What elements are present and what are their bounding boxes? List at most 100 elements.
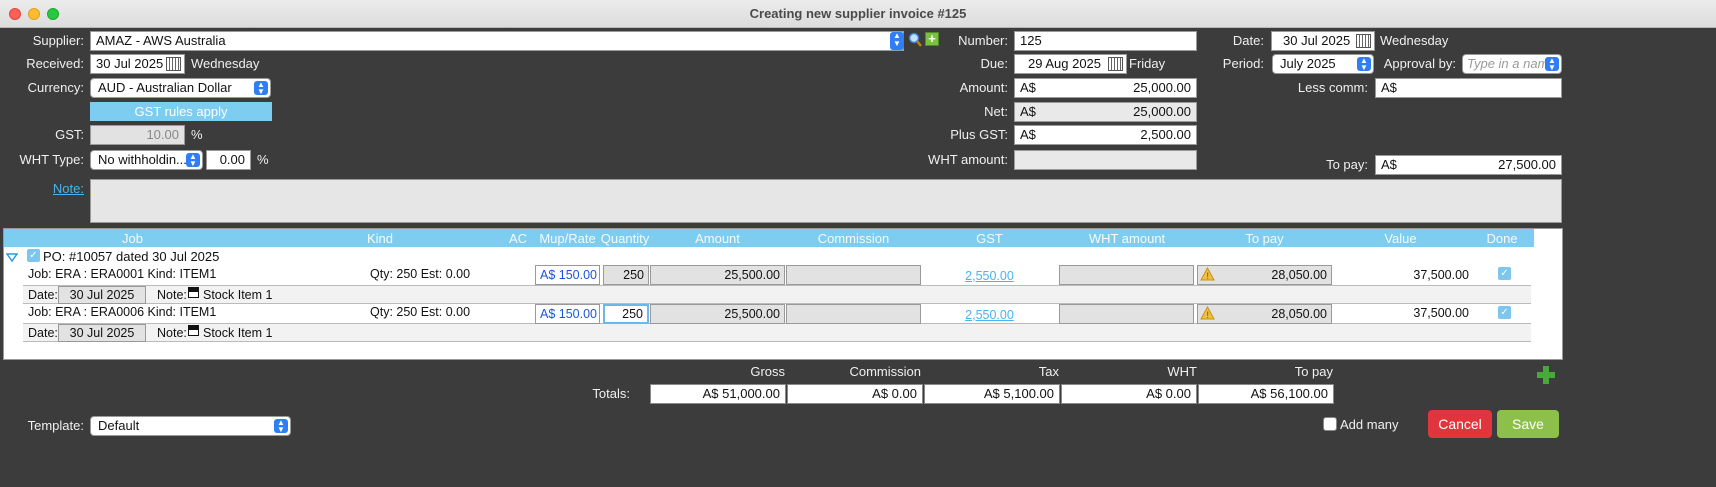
calendar-icon[interactable] bbox=[1356, 34, 1371, 48]
calendar-icon[interactable] bbox=[166, 57, 181, 71]
wht-type-value: No withholdin... bbox=[98, 152, 187, 167]
cancel-button[interactable]: Cancel bbox=[1428, 410, 1492, 438]
chevron-updown-icon: ▲ ▼ bbox=[274, 419, 288, 434]
date-weekday: Wednesday bbox=[1380, 33, 1449, 48]
total-to-pay: A$ 56,100.00 bbox=[1198, 384, 1334, 404]
row2-qty-est: Qty: 250 Est: 0.00 bbox=[370, 305, 471, 319]
col-to-pay[interactable]: To pay bbox=[1197, 231, 1332, 246]
totals-header-tax: Tax bbox=[1038, 364, 1059, 379]
row2-date[interactable]: 30 Jul 2025 bbox=[58, 324, 146, 342]
note-link[interactable]: Note: bbox=[0, 181, 84, 196]
col-wht-amount[interactable]: WHT amount bbox=[1058, 231, 1196, 246]
row1-amount[interactable]: 25,500.00 bbox=[650, 265, 785, 285]
row2-note-label: Note: bbox=[157, 326, 187, 340]
period-select[interactable]: July 2025 ▲ ▼ bbox=[1272, 54, 1374, 74]
row2-quantity-input[interactable]: 250 bbox=[603, 304, 649, 324]
col-mup-rate[interactable]: Mup/Rate bbox=[535, 231, 600, 246]
net-field: A$ 25,000.00 bbox=[1014, 102, 1197, 122]
add-many-label: Add many bbox=[1340, 417, 1399, 432]
warning-icon[interactable]: ! bbox=[1200, 305, 1215, 323]
expand-triangle-icon[interactable] bbox=[5, 250, 19, 265]
col-commission[interactable]: Commission bbox=[786, 231, 921, 246]
row1-wht[interactable] bbox=[1059, 265, 1194, 285]
wht-type-select[interactable]: No withholdin... ▲ ▼ bbox=[90, 150, 203, 170]
number-label: Number: bbox=[958, 33, 1008, 48]
template-select[interactable]: Default ▲ ▼ bbox=[90, 416, 291, 436]
currency-select[interactable]: AUD - Australian Dollar ▲ ▼ bbox=[90, 78, 271, 98]
col-ac[interactable]: AC bbox=[503, 231, 533, 246]
col-kind[interactable]: Kind bbox=[340, 231, 420, 246]
row1-commission[interactable] bbox=[786, 265, 921, 285]
less-comm-field[interactable]: A$ bbox=[1375, 78, 1562, 98]
gst-rules-button[interactable]: GST rules apply bbox=[90, 102, 272, 121]
date-value: 30 Jul 2025 bbox=[1283, 33, 1351, 48]
less-comm-label: Less comm: bbox=[1297, 80, 1368, 95]
supplier-field[interactable]: AMAZ - AWS Australia bbox=[90, 31, 904, 51]
gst-label: GST: bbox=[55, 127, 84, 142]
warning-icon[interactable]: ! bbox=[1200, 266, 1215, 284]
row1-date-label: Date: bbox=[28, 288, 58, 302]
chevron-updown-icon: ▲ ▼ bbox=[1357, 57, 1371, 72]
note-textarea[interactable] bbox=[90, 179, 1562, 223]
row2-date-label: Date: bbox=[28, 326, 58, 340]
col-value[interactable]: Value bbox=[1333, 231, 1468, 246]
row1-quantity[interactable]: 250 bbox=[603, 265, 649, 285]
currency-value: AUD - Australian Dollar bbox=[98, 80, 232, 95]
date-label: Date: bbox=[1232, 33, 1264, 48]
number-field[interactable]: 125 bbox=[1014, 31, 1197, 51]
wht-rate-field[interactable]: 0.00 bbox=[206, 150, 251, 170]
less-comm-currency: A$ bbox=[1381, 80, 1397, 95]
row2-value: 37,500.00 bbox=[1413, 306, 1469, 320]
row1-gst-link[interactable]: 2,550.00 bbox=[922, 269, 1057, 283]
calendar-icon[interactable] bbox=[1108, 57, 1123, 71]
floppy-disk-icon bbox=[188, 325, 199, 336]
col-gst[interactable]: GST bbox=[922, 231, 1057, 246]
add-line-icon[interactable] bbox=[1536, 365, 1556, 385]
col-quantity[interactable]: Quantity bbox=[600, 231, 650, 246]
to-pay-currency: A$ bbox=[1381, 157, 1397, 172]
received-weekday: Wednesday bbox=[191, 56, 260, 71]
plus-gst-field[interactable]: A$ 2,500.00 bbox=[1014, 125, 1197, 145]
supplier-value: AMAZ - AWS Australia bbox=[96, 33, 226, 48]
row2-commission[interactable] bbox=[786, 304, 921, 324]
row1-qty-est: Qty: 250 Est: 0.00 bbox=[370, 267, 471, 281]
amount-currency: A$ bbox=[1020, 80, 1036, 95]
row1-done-checkbox[interactable]: ✓ bbox=[1498, 267, 1511, 280]
po-checkbox[interactable]: ✓ bbox=[27, 249, 40, 262]
row2-rate[interactable]: A$ 150.00 bbox=[535, 304, 600, 324]
total-gross: A$ 51,000.00 bbox=[650, 384, 786, 404]
received-date-field[interactable]: 30 Jul 2025 bbox=[90, 54, 185, 74]
row1-rate[interactable]: A$ 150.00 bbox=[535, 265, 600, 285]
row2-wht[interactable] bbox=[1059, 304, 1194, 324]
to-pay-field: A$ 27,500.00 bbox=[1375, 155, 1562, 175]
net-label: Net: bbox=[984, 104, 1008, 119]
received-date: 30 Jul 2025 bbox=[96, 56, 164, 71]
period-label: Period: bbox=[1222, 56, 1264, 71]
due-label: Due: bbox=[980, 56, 1008, 71]
col-job[interactable]: Job bbox=[10, 231, 255, 246]
date-field[interactable]: 30 Jul 2025 bbox=[1271, 31, 1375, 51]
col-done[interactable]: Done bbox=[1470, 231, 1534, 246]
wht-amount-label: WHT amount: bbox=[928, 152, 1008, 167]
template-label: Template: bbox=[27, 418, 84, 433]
col-amount[interactable]: Amount bbox=[650, 231, 785, 246]
net-currency: A$ bbox=[1020, 104, 1036, 119]
row2-gst-link[interactable]: 2,550.00 bbox=[922, 308, 1057, 322]
row1-date[interactable]: 30 Jul 2025 bbox=[58, 286, 146, 304]
row2-done-checkbox[interactable]: ✓ bbox=[1498, 306, 1511, 319]
add-many-checkbox[interactable] bbox=[1323, 417, 1337, 431]
wht-amount-field bbox=[1014, 150, 1197, 170]
window-title: Creating new supplier invoice #125 bbox=[749, 6, 967, 21]
wht-rate-unit: % bbox=[257, 152, 269, 167]
row1-note-label: Note: bbox=[157, 288, 187, 302]
row2-to-pay: ! 28,050.00 bbox=[1197, 304, 1332, 324]
amount-field[interactable]: A$ 25,000.00 bbox=[1014, 78, 1197, 98]
due-date-field[interactable]: 29 Aug 2025 bbox=[1014, 54, 1127, 74]
row2-amount[interactable]: 25,500.00 bbox=[650, 304, 785, 324]
svg-text:!: ! bbox=[1207, 271, 1210, 281]
save-button[interactable]: Save bbox=[1497, 410, 1559, 438]
approval-placeholder: Type in a name bbox=[1467, 56, 1556, 71]
gst-rate-field[interactable]: 10.00 bbox=[90, 125, 185, 145]
due-date: 29 Aug 2025 bbox=[1028, 56, 1102, 71]
approval-select[interactable]: Type in a name ▲ ▼ bbox=[1462, 54, 1562, 74]
